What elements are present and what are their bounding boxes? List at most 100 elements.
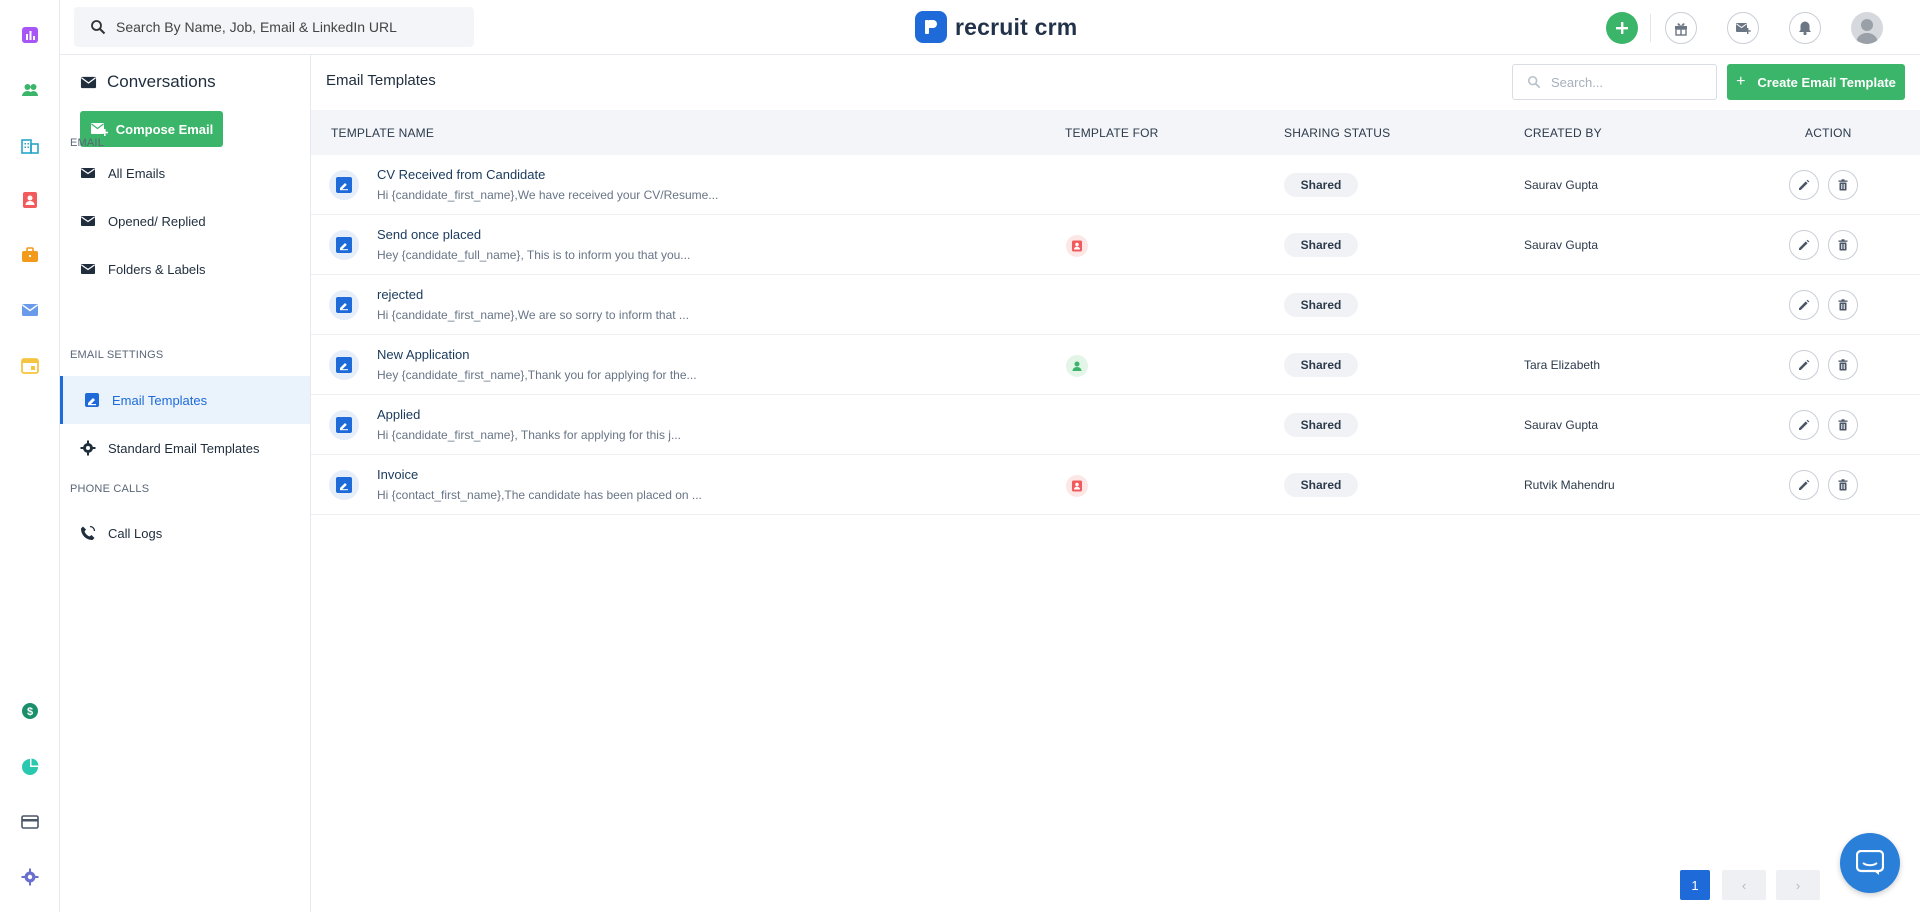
sidebar-item-folders-labels[interactable]: Folders & Labels	[60, 245, 310, 293]
template-name[interactable]: Applied	[377, 407, 420, 422]
template-preview: Hi {candidate_first_name},We are so sorr…	[377, 308, 689, 322]
template-name[interactable]: rejected	[377, 287, 423, 302]
sharing-status-badge: Shared	[1284, 413, 1358, 437]
calendar-icon[interactable]	[19, 354, 41, 376]
email-icon[interactable]	[19, 299, 41, 321]
logo-mark-icon	[915, 11, 947, 43]
envelope-icon	[80, 76, 97, 88]
prev-page-button[interactable]: ‹	[1722, 870, 1766, 900]
template-name[interactable]: Send once placed	[377, 227, 481, 242]
phone-icon	[81, 525, 96, 540]
col-template-for[interactable]: TEMPLATE FOR	[1065, 126, 1159, 140]
template-icon	[85, 393, 99, 407]
created-by: Rutvik Mahendru	[1524, 478, 1615, 492]
user-avatar[interactable]	[1851, 12, 1883, 44]
bell-icon	[1799, 21, 1811, 36]
card-icon[interactable]	[19, 811, 41, 833]
col-sharing-status[interactable]: SHARING STATUS	[1284, 126, 1390, 140]
table-row[interactable]: Invoice Hi {contact_first_name},The candi…	[311, 455, 1920, 515]
template-icon	[329, 230, 359, 260]
table-row[interactable]: Send once placed Hey {candidate_full_name…	[311, 215, 1920, 275]
delete-button[interactable]	[1828, 410, 1858, 440]
next-page-button[interactable]: ›	[1776, 870, 1820, 900]
sidebar-title: Conversations	[80, 72, 216, 92]
edit-button[interactable]	[1789, 350, 1819, 380]
section-phone-calls: PHONE CALLS	[70, 483, 150, 495]
template-icon	[329, 170, 359, 200]
delete-button[interactable]	[1828, 470, 1858, 500]
col-template-name[interactable]: TEMPLATE NAME	[331, 126, 434, 140]
quick-add-button[interactable]	[1606, 12, 1638, 44]
sidebar-item-opened-replied[interactable]: Opened/ Replied	[60, 197, 310, 245]
pencil-icon	[1798, 239, 1810, 251]
delete-button[interactable]	[1828, 290, 1858, 320]
trash-icon	[1837, 359, 1849, 371]
created-by: Saurav Gupta	[1524, 178, 1599, 192]
sidebar-item-email-templates[interactable]: Email Templates	[60, 376, 310, 424]
template-search[interactable]	[1512, 64, 1717, 100]
template-preview: Hi {contact_first_name},The candidate ha…	[377, 488, 702, 502]
analytics-icon[interactable]	[19, 756, 41, 778]
delete-button[interactable]	[1828, 170, 1858, 200]
table-row[interactable]: rejected Hi {candidate_first_name},We are…	[311, 275, 1920, 335]
logo[interactable]: recruit crm	[915, 10, 1077, 44]
chat-support-button[interactable]	[1840, 833, 1900, 893]
compose-mail-icon	[90, 123, 108, 136]
template-name[interactable]: Invoice	[377, 467, 418, 482]
template-search-input[interactable]	[1551, 74, 1701, 90]
plus-icon	[1616, 22, 1628, 34]
table-row[interactable]: New Application Hey {candidate_first_name…	[311, 335, 1920, 395]
sidebar-item-standard-email-templates[interactable]: Standard Email Templates	[60, 424, 310, 472]
table-row[interactable]: CV Received from Candidate Hi {candidate_…	[311, 155, 1920, 215]
edit-button[interactable]	[1789, 170, 1819, 200]
table-row[interactable]: Applied Hi {candidate_first_name}, Thanks…	[311, 395, 1920, 455]
gift-icon	[1675, 23, 1687, 36]
conversations-sidebar: Conversations Compose Email EMAIL All Em…	[60, 55, 311, 912]
billing-icon[interactable]: $	[19, 700, 41, 722]
created-by: Saurav Gupta	[1524, 238, 1599, 252]
delete-button[interactable]	[1828, 230, 1858, 260]
created-by: Saurav Gupta	[1524, 418, 1599, 432]
icon-rail: $	[0, 0, 60, 912]
pencil-icon	[1798, 359, 1810, 371]
notifications-button[interactable]	[1789, 12, 1821, 44]
section-email: EMAIL	[70, 137, 105, 149]
global-search[interactable]	[74, 7, 474, 47]
trash-icon	[1837, 479, 1849, 491]
envelope-icon	[81, 264, 95, 274]
edit-button[interactable]	[1789, 410, 1819, 440]
edit-button[interactable]	[1789, 470, 1819, 500]
page-1-button[interactable]: 1	[1680, 870, 1710, 900]
contacts-icon[interactable]	[19, 189, 41, 211]
template-name[interactable]: CV Received from Candidate	[377, 167, 545, 182]
template-preview: Hey {candidate_full_name}, This is to in…	[377, 248, 691, 262]
template-name[interactable]: New Application	[377, 347, 470, 362]
gear-icon	[80, 440, 96, 456]
sidebar-item-call-logs[interactable]: Call Logs	[60, 509, 310, 557]
gift-button[interactable]	[1665, 12, 1697, 44]
edit-button[interactable]	[1789, 290, 1819, 320]
mail-add-button[interactable]	[1727, 12, 1759, 44]
sharing-status-badge: Shared	[1284, 473, 1358, 497]
contact-icon	[1066, 235, 1088, 257]
trash-icon	[1837, 419, 1849, 431]
global-search-input[interactable]	[116, 19, 456, 35]
reports-icon[interactable]	[19, 24, 41, 46]
settings-icon[interactable]	[19, 866, 41, 888]
created-by: Tara Elizabeth	[1524, 358, 1601, 372]
companies-icon[interactable]	[19, 134, 41, 156]
jobs-icon[interactable]	[19, 244, 41, 266]
col-created-by[interactable]: CREATED BY	[1524, 126, 1602, 140]
delete-button[interactable]	[1828, 350, 1858, 380]
svg-text:$: $	[27, 706, 33, 718]
candidates-icon[interactable]	[19, 79, 41, 101]
template-icon	[329, 410, 359, 440]
sidebar-item-all-emails[interactable]: All Emails	[60, 149, 310, 197]
edit-button[interactable]	[1789, 230, 1819, 260]
main-content: Email Templates + Create Email Template …	[311, 55, 1920, 912]
contact-icon	[1066, 475, 1088, 497]
template-preview: Hi {candidate_first_name},We have receiv…	[377, 188, 719, 202]
create-email-template-button[interactable]: + Create Email Template	[1727, 64, 1905, 100]
trash-icon	[1837, 239, 1849, 251]
section-email-settings: EMAIL SETTINGS	[70, 349, 164, 361]
